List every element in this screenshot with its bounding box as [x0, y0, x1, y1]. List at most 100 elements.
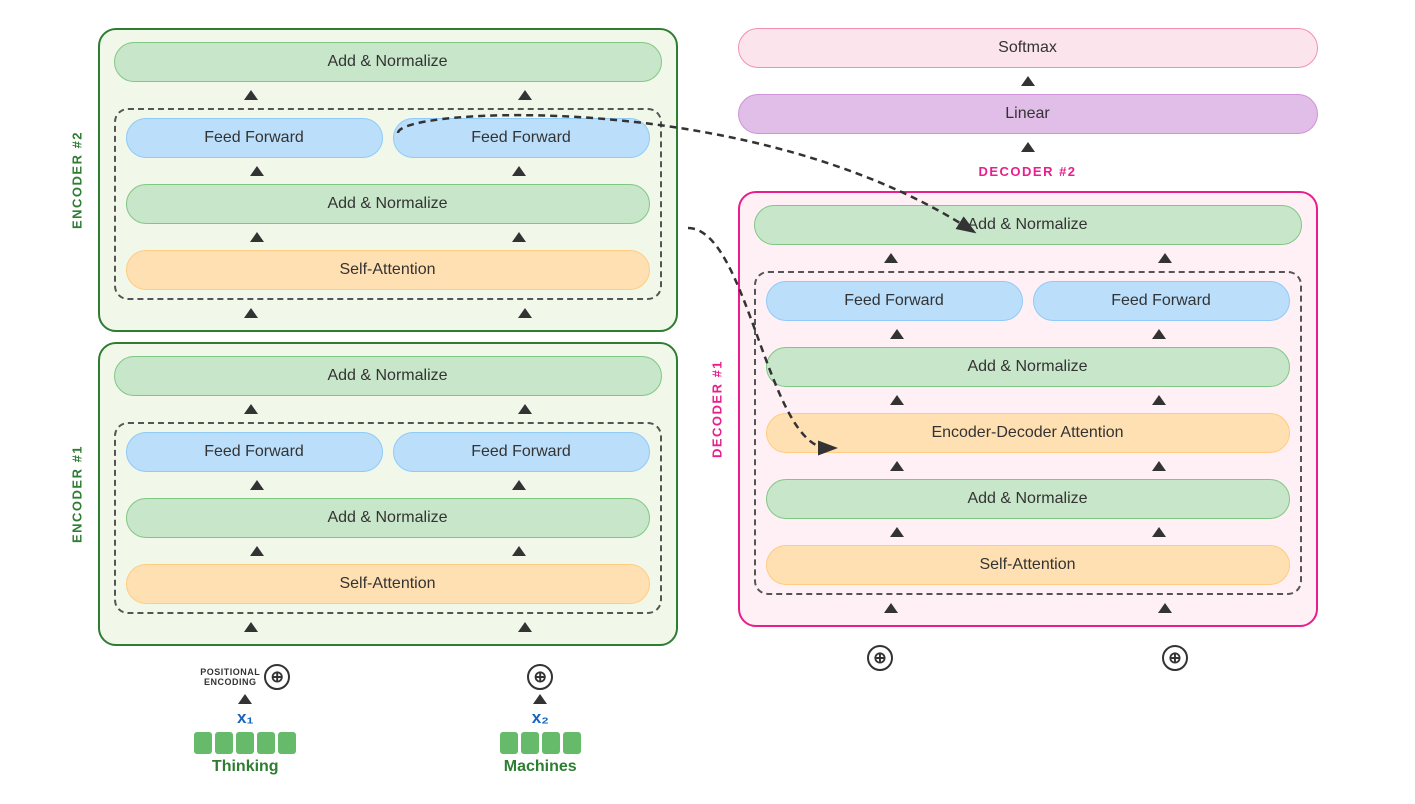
enc2-arrows-attn [126, 232, 650, 242]
dec1-arrow-encdec-left [890, 395, 904, 405]
pos-enc-label: POSITIONALENCODING [200, 667, 260, 687]
dec1-self-attn: Self-Attention [766, 545, 1290, 585]
dec1-arrow-norm2-left [890, 329, 904, 339]
dec1-ff-right: Feed Forward [1033, 281, 1290, 321]
enc1-arrows-ff [114, 404, 662, 414]
enc2-arrow-norm2-right [512, 166, 526, 176]
main-diagram: ENCODER #2 Add & Normalize Feed Forward … [98, 28, 1318, 776]
word2-label: Machines [504, 758, 577, 776]
dec1-arrow-encdec-right [1152, 395, 1166, 405]
enc2-ff-row: Feed Forward Feed Forward [126, 118, 650, 158]
enc2-add-norm-mid: Add & Normalize [126, 184, 650, 224]
dec1-arrow-norm3-right [1152, 461, 1166, 471]
enc2-arrows-bottom [114, 308, 662, 318]
linear-arrow [738, 142, 1318, 152]
dec1-arrow-norm2-right [1152, 329, 1166, 339]
enc1-arrow-plus-left [244, 622, 258, 632]
enc1-arrow-ff-right [518, 404, 532, 414]
softmax-arrow-up [1021, 76, 1035, 86]
word-embed-1 [194, 732, 296, 754]
enc2-add-norm-top: Add & Normalize [114, 42, 662, 82]
enc1-ff-right: Feed Forward [393, 432, 650, 472]
dec1-arrows-norm2 [766, 329, 1290, 339]
encoder-input-section: POSITIONALENCODING ⊕ x₁ Thinking ⊕ x₂ [98, 664, 678, 776]
dec1-arrow-plus-left [884, 603, 898, 613]
enc-input-arrow-2 [533, 694, 547, 704]
dec1-arrows-norm3 [766, 461, 1290, 471]
enc2-ff-left: Feed Forward [126, 118, 383, 158]
dec1-ff-row: Feed Forward Feed Forward [766, 281, 1290, 321]
enc2-arrow-norm2-left [250, 166, 264, 176]
dec1-dashed-box: Feed Forward Feed Forward Add & Normaliz… [754, 271, 1302, 595]
enc1-arrows-plus [114, 622, 662, 632]
enc2-arrow-bot-left [244, 308, 258, 318]
dec1-add-norm-top: Add & Normalize [754, 205, 1302, 245]
enc1-ff-row: Feed Forward Feed Forward [126, 432, 650, 472]
decoder-block-1: DECODER #1 Add & Normalize Feed Forward … [738, 191, 1318, 627]
input-col-2: ⊕ x₂ Machines [500, 664, 581, 776]
dec1-ff-left: Feed Forward [766, 281, 1023, 321]
dec1-arrow-ff-left [884, 253, 898, 263]
dec1-arrow-norm3-left [890, 461, 904, 471]
enc1-arrows-attn [126, 546, 650, 556]
enc1-arrow-attn-left [250, 546, 264, 556]
dec-input-col-2: ⊕ [1162, 645, 1188, 671]
enc1-arrow-norm2-left [250, 480, 264, 490]
x2-label: x₂ [532, 708, 549, 728]
enc2-arrow-attn-right [512, 232, 526, 242]
softmax-pill: Softmax [738, 28, 1318, 68]
decoder-1-label: DECODER #1 [709, 360, 724, 458]
enc1-self-attn: Self-Attention [126, 564, 650, 604]
dec1-arrows-plus [754, 603, 1302, 613]
softmax-arrow [738, 76, 1318, 86]
encoder-1-label: ENCODER #1 [69, 445, 84, 543]
dec1-add-norm-bot: Add & Normalize [766, 479, 1290, 519]
dec-input-col-1: ⊕ [867, 645, 893, 671]
enc1-add-norm-top: Add & Normalize [114, 356, 662, 396]
input-col-1: POSITIONALENCODING ⊕ x₁ Thinking [194, 664, 296, 776]
enc1-dashed-box: Feed Forward Feed Forward Add & Normaliz… [114, 422, 662, 614]
word1-label: Thinking [212, 758, 279, 776]
enc2-arrows-norm2 [126, 166, 650, 176]
enc2-arrows-ff [114, 90, 662, 100]
enc2-arrow-ff-left [244, 90, 258, 100]
dec1-add-norm-mid: Add & Normalize [766, 347, 1290, 387]
enc2-self-attn: Self-Attention [126, 250, 650, 290]
dec1-arrows-ff [754, 253, 1302, 263]
encoder-2-label: ENCODER #2 [69, 131, 84, 229]
x1-label: x₁ [237, 708, 254, 728]
enc1-arrow-attn-right [512, 546, 526, 556]
plus-circle-1: ⊕ [264, 664, 290, 690]
dec1-arrows-encdec [766, 395, 1290, 405]
enc2-arrow-ff-right [518, 90, 532, 100]
enc1-arrow-ff-left [244, 404, 258, 414]
word-embed-2 [500, 732, 581, 754]
encoder-block-1: ENCODER #1 Add & Normalize Feed Forward … [98, 342, 678, 646]
dec1-arrow-self-right [1152, 527, 1166, 537]
enc1-arrow-plus-right [518, 622, 532, 632]
enc2-arrow-attn-left [250, 232, 264, 242]
linear-arrow-up [1021, 142, 1035, 152]
dec1-enc-dec-attn: Encoder-Decoder Attention [766, 413, 1290, 453]
enc1-arrows-norm2 [126, 480, 650, 490]
decoder-2-header: DECODER #2 [978, 162, 1076, 181]
plus-circle-2: ⊕ [527, 664, 553, 690]
encoder-block-2: ENCODER #2 Add & Normalize Feed Forward … [98, 28, 678, 332]
dec1-arrow-ff-right [1158, 253, 1172, 263]
encoder-side: ENCODER #2 Add & Normalize Feed Forward … [98, 28, 678, 776]
enc1-ff-left: Feed Forward [126, 432, 383, 472]
enc2-ff-right: Feed Forward [393, 118, 650, 158]
decoder-input-section: ⊕ ⊕ [738, 645, 1318, 671]
dec1-arrow-plus-right [1158, 603, 1172, 613]
enc1-arrow-norm2-right [512, 480, 526, 490]
dec-plus-circle-1: ⊕ [867, 645, 893, 671]
dec1-arrows-self [766, 527, 1290, 537]
top-output-elements: Softmax Linear [738, 28, 1318, 152]
enc2-arrow-bot-right [518, 308, 532, 318]
enc2-dashed-box: Feed Forward Feed Forward Add & Normaliz… [114, 108, 662, 300]
linear-pill: Linear [738, 94, 1318, 134]
decoder-side: Softmax Linear DECODER #2 DECODER #1 Add… [738, 28, 1318, 671]
enc1-add-norm-mid: Add & Normalize [126, 498, 650, 538]
dec-plus-circle-2: ⊕ [1162, 645, 1188, 671]
dec1-arrow-self-left [890, 527, 904, 537]
